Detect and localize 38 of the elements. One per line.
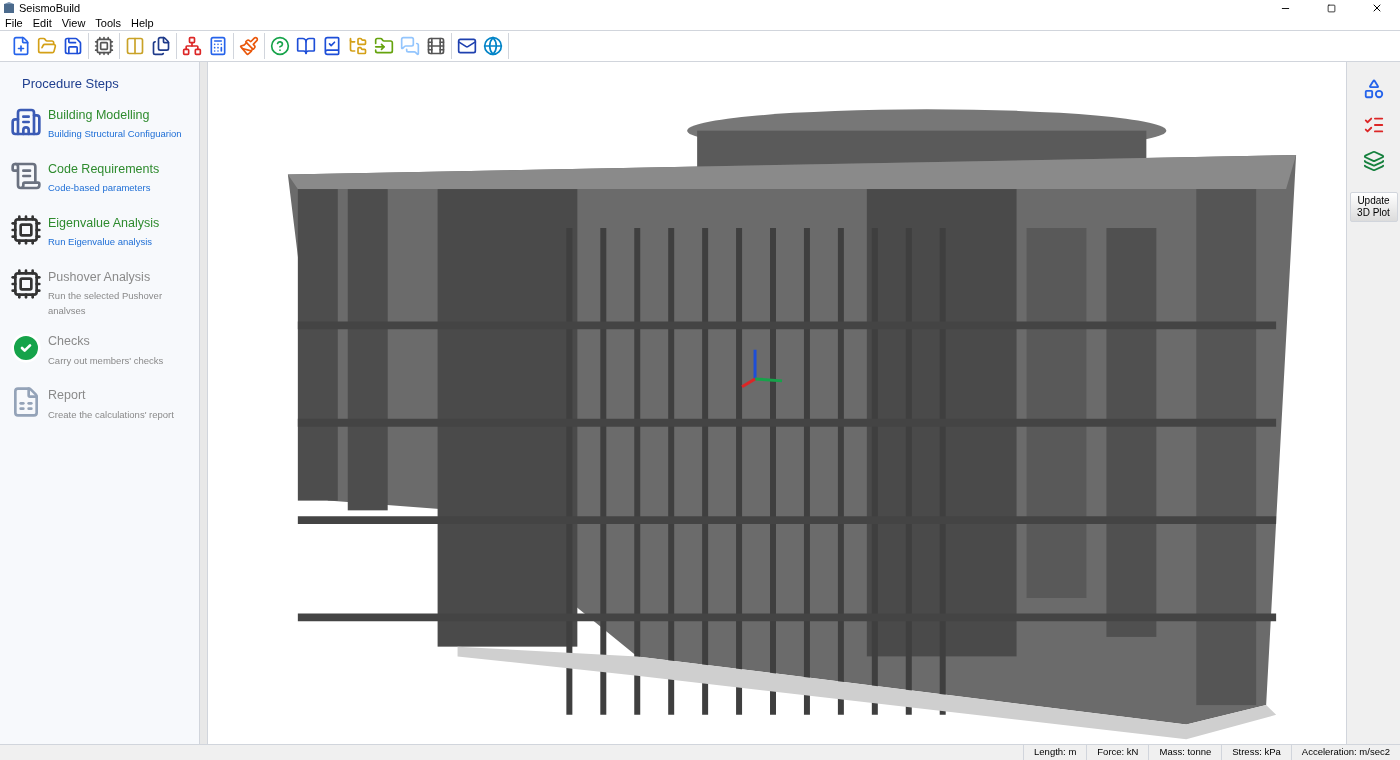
restore-icon[interactable] [1326, 3, 1336, 13]
menu-item[interactable]: Help [131, 14, 154, 32]
menu-item[interactable]: View [61, 14, 86, 32]
status-field: Length: m [1023, 745, 1087, 760]
step-title: Pushover Analysis [48, 268, 152, 286]
step-description: Create the calculations' report [48, 407, 174, 422]
procedure-step[interactable]: Eigenvalue Analysis Run Eigenvalue analysis [10, 213, 189, 254]
step-title: Eigenvalue Analysis [48, 214, 160, 232]
menu-item[interactable]: Edit [32, 14, 52, 32]
procedure-step[interactable]: Checks Carry out members' checks [10, 331, 189, 372]
status-field: Acceleration: m/sec2 [1290, 745, 1400, 760]
step-description: Run Eigenvalue analysis [48, 235, 154, 250]
step-description: Code-based parameters [48, 181, 152, 196]
status-field: Mass: tonne [1148, 745, 1222, 760]
step-description: Building Structural Configuarion [48, 127, 182, 142]
layers-icon[interactable] [1362, 150, 1385, 172]
shapes-icon[interactable] [1362, 78, 1385, 100]
procedure-step[interactable]: Pushover Analysis Run the selected Pushover analvses [10, 267, 189, 318]
step-title: Checks [48, 332, 91, 350]
update-plot-button[interactable]: Update 3D Plot [1349, 192, 1398, 222]
procedure-step[interactable]: Report Create the calculations' report [10, 385, 189, 426]
status-field: Stress: kPa [1221, 745, 1291, 760]
close-icon[interactable] [1371, 2, 1383, 14]
step-description: Run the selected Pushover analvses [48, 289, 164, 318]
status-field: Force: kN [1086, 745, 1149, 760]
window-title: SeismoBuild [19, 0, 81, 16]
step-description: Carry out members' checks [48, 353, 164, 368]
procedure-step[interactable]: Code Requirements Code-based parameters [10, 159, 189, 200]
axis-triad-icon [741, 349, 783, 388]
procedure-step[interactable]: Building Modelling Building Structural Configuarion [10, 105, 189, 146]
app-logo-icon [3, 2, 15, 14]
sidebar-title: Procedure Steps [21, 75, 120, 93]
check-circle-icon [10, 331, 42, 364]
step-title: Code Requirements [48, 160, 160, 178]
menu-item[interactable]: Tools [95, 14, 122, 32]
step-title: Building Modelling [48, 106, 151, 124]
step-title: Report [48, 386, 87, 404]
menu-item[interactable]: File [5, 14, 23, 32]
